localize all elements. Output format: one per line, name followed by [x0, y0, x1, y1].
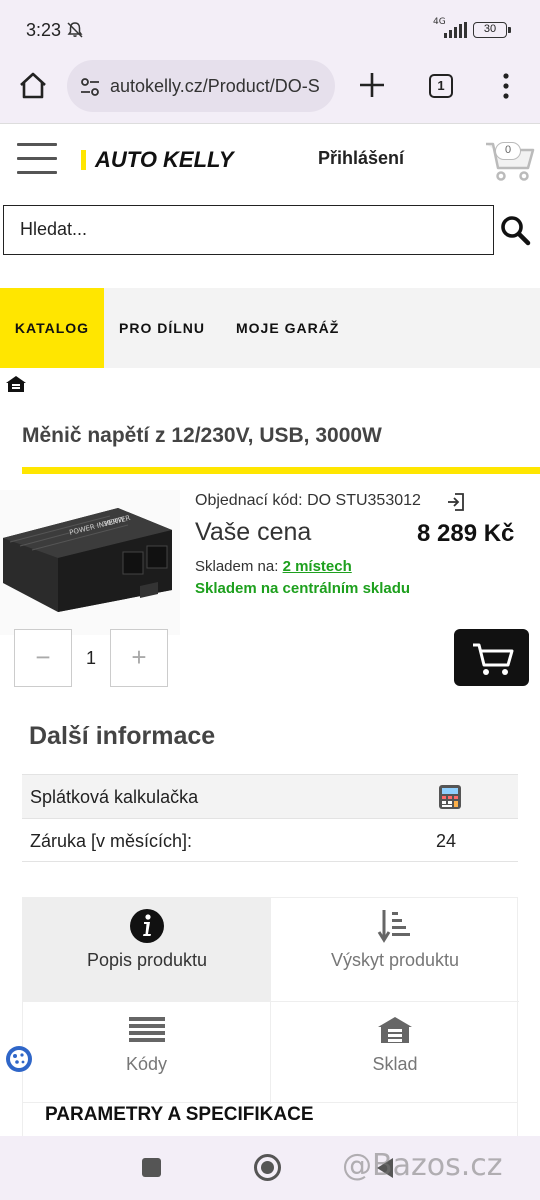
sort-icon — [377, 910, 410, 943]
system-nav-bar: @Bazos.cz — [0, 1136, 540, 1200]
login-link[interactable]: Přihlášení — [318, 148, 404, 169]
tab-vyskyt-produktu[interactable]: Výskyt produktu — [271, 898, 519, 1001]
price-label: Vaše cena — [195, 518, 312, 546]
tab-label: Kódy — [125, 1054, 168, 1074]
tab-label: Výskyt produktu — [330, 950, 460, 970]
more-menu-icon[interactable] — [496, 72, 516, 100]
browser-toolbar: autokelly.cz/Product/DO-S 1 — [0, 58, 540, 124]
power-inverter-image: POWER INVERTER 3000W — [3, 508, 172, 612]
info-table: Splátková kalkulačka Záruka [v měsících]… — [22, 774, 518, 862]
info-key: Záruka [v měsících]: — [30, 831, 193, 851]
recents-button[interactable] — [142, 1158, 161, 1177]
signal-icon — [444, 22, 467, 38]
price-value: 8 289 Kč — [417, 520, 515, 547]
nav-katalog[interactable]: KATALOG — [0, 288, 104, 368]
quantity-input[interactable]: 1 — [72, 629, 110, 687]
info-row-warranty: Záruka [v měsících]: 24 — [22, 818, 518, 862]
order-code: Objednací kód: DO STU353012 — [195, 492, 421, 509]
hamburger-line — [17, 157, 57, 160]
add-to-cart-button[interactable] — [454, 629, 529, 686]
search-icon[interactable] — [499, 214, 531, 246]
cookie-settings-icon[interactable] — [4, 1044, 34, 1074]
tab-label: Popis produktu — [86, 950, 208, 970]
bazos-watermark: @Bazos.cz — [342, 1148, 503, 1183]
stock-label: Skladem na: — [195, 558, 279, 575]
nav-pro-dilnu[interactable]: PRO DÍLNU — [119, 288, 205, 368]
logo-text: AUTO KELLY — [95, 147, 234, 172]
calculator-icon[interactable] — [438, 784, 462, 810]
more-info-heading: Další informace — [29, 722, 216, 750]
site-settings-icon[interactable] — [79, 76, 101, 98]
product-tabs: Popis produktu Výskyt produktu Kódy Skla… — [22, 897, 519, 1104]
nav-moje-garaz[interactable]: MOJE GARÁŽ — [236, 288, 339, 368]
product-title: Měnič napětí z 12/230V, USB, 3000W — [22, 424, 382, 447]
tab-popis-produktu[interactable]: Popis produktu — [23, 898, 271, 1001]
info-icon — [130, 909, 164, 943]
home-icon[interactable] — [17, 70, 49, 102]
tab-kody[interactable]: Kódy — [23, 1001, 271, 1104]
info-key: Splátková kalkulačka — [30, 787, 199, 807]
product-image[interactable]: POWER INVERTER 3000W — [0, 490, 180, 635]
list-icon — [129, 1017, 165, 1042]
tab-switcher-button[interactable]: 1 — [429, 74, 453, 98]
search-input[interactable]: Hledat... — [3, 205, 494, 255]
logo-bar — [81, 150, 86, 170]
info-row-installment[interactable]: Splátková kalkulačka — [22, 774, 518, 818]
main-nav: KATALOG PRO DÍLNU MOJE GARÁŽ — [0, 288, 540, 368]
params-heading: PARAMETRY A SPECIFIKACE — [45, 1104, 314, 1125]
title-underline — [22, 467, 540, 474]
stock-availability: Skladem na: 2 místech — [195, 558, 352, 575]
home-button[interactable] — [254, 1154, 281, 1181]
info-value: 24 — [436, 831, 457, 851]
login-arrow-icon[interactable] — [446, 492, 466, 512]
status-bar: 3:23 4G 30 — [0, 0, 540, 58]
bell-off-icon — [67, 22, 83, 38]
status-time: 3:23 — [26, 20, 62, 40]
url-text[interactable]: autokelly.cz/Product/DO-S — [110, 76, 325, 97]
breadcrumb-home-icon[interactable] — [5, 374, 27, 394]
new-tab-icon[interactable] — [357, 70, 387, 100]
battery-icon: 30 — [473, 22, 511, 38]
quantity-decrease-button[interactable]: − — [14, 629, 72, 687]
tab-sklad[interactable]: Sklad — [271, 1001, 519, 1104]
warehouse-icon — [378, 1017, 412, 1043]
stock-locations-link[interactable]: 2 místech — [283, 558, 352, 575]
quantity-increase-button[interactable]: + — [110, 629, 168, 687]
hamburger-line — [17, 171, 57, 174]
cart-count-badge[interactable]: 0 — [495, 142, 521, 160]
hamburger-menu-button[interactable] — [17, 143, 57, 177]
hamburger-line — [17, 143, 57, 146]
url-bar[interactable]: autokelly.cz/Product/DO-S — [67, 60, 335, 112]
cart-icon — [473, 643, 514, 675]
tab-label: Sklad — [372, 1054, 418, 1074]
central-stock-status: Skladem na centrálním skladu — [195, 580, 411, 597]
